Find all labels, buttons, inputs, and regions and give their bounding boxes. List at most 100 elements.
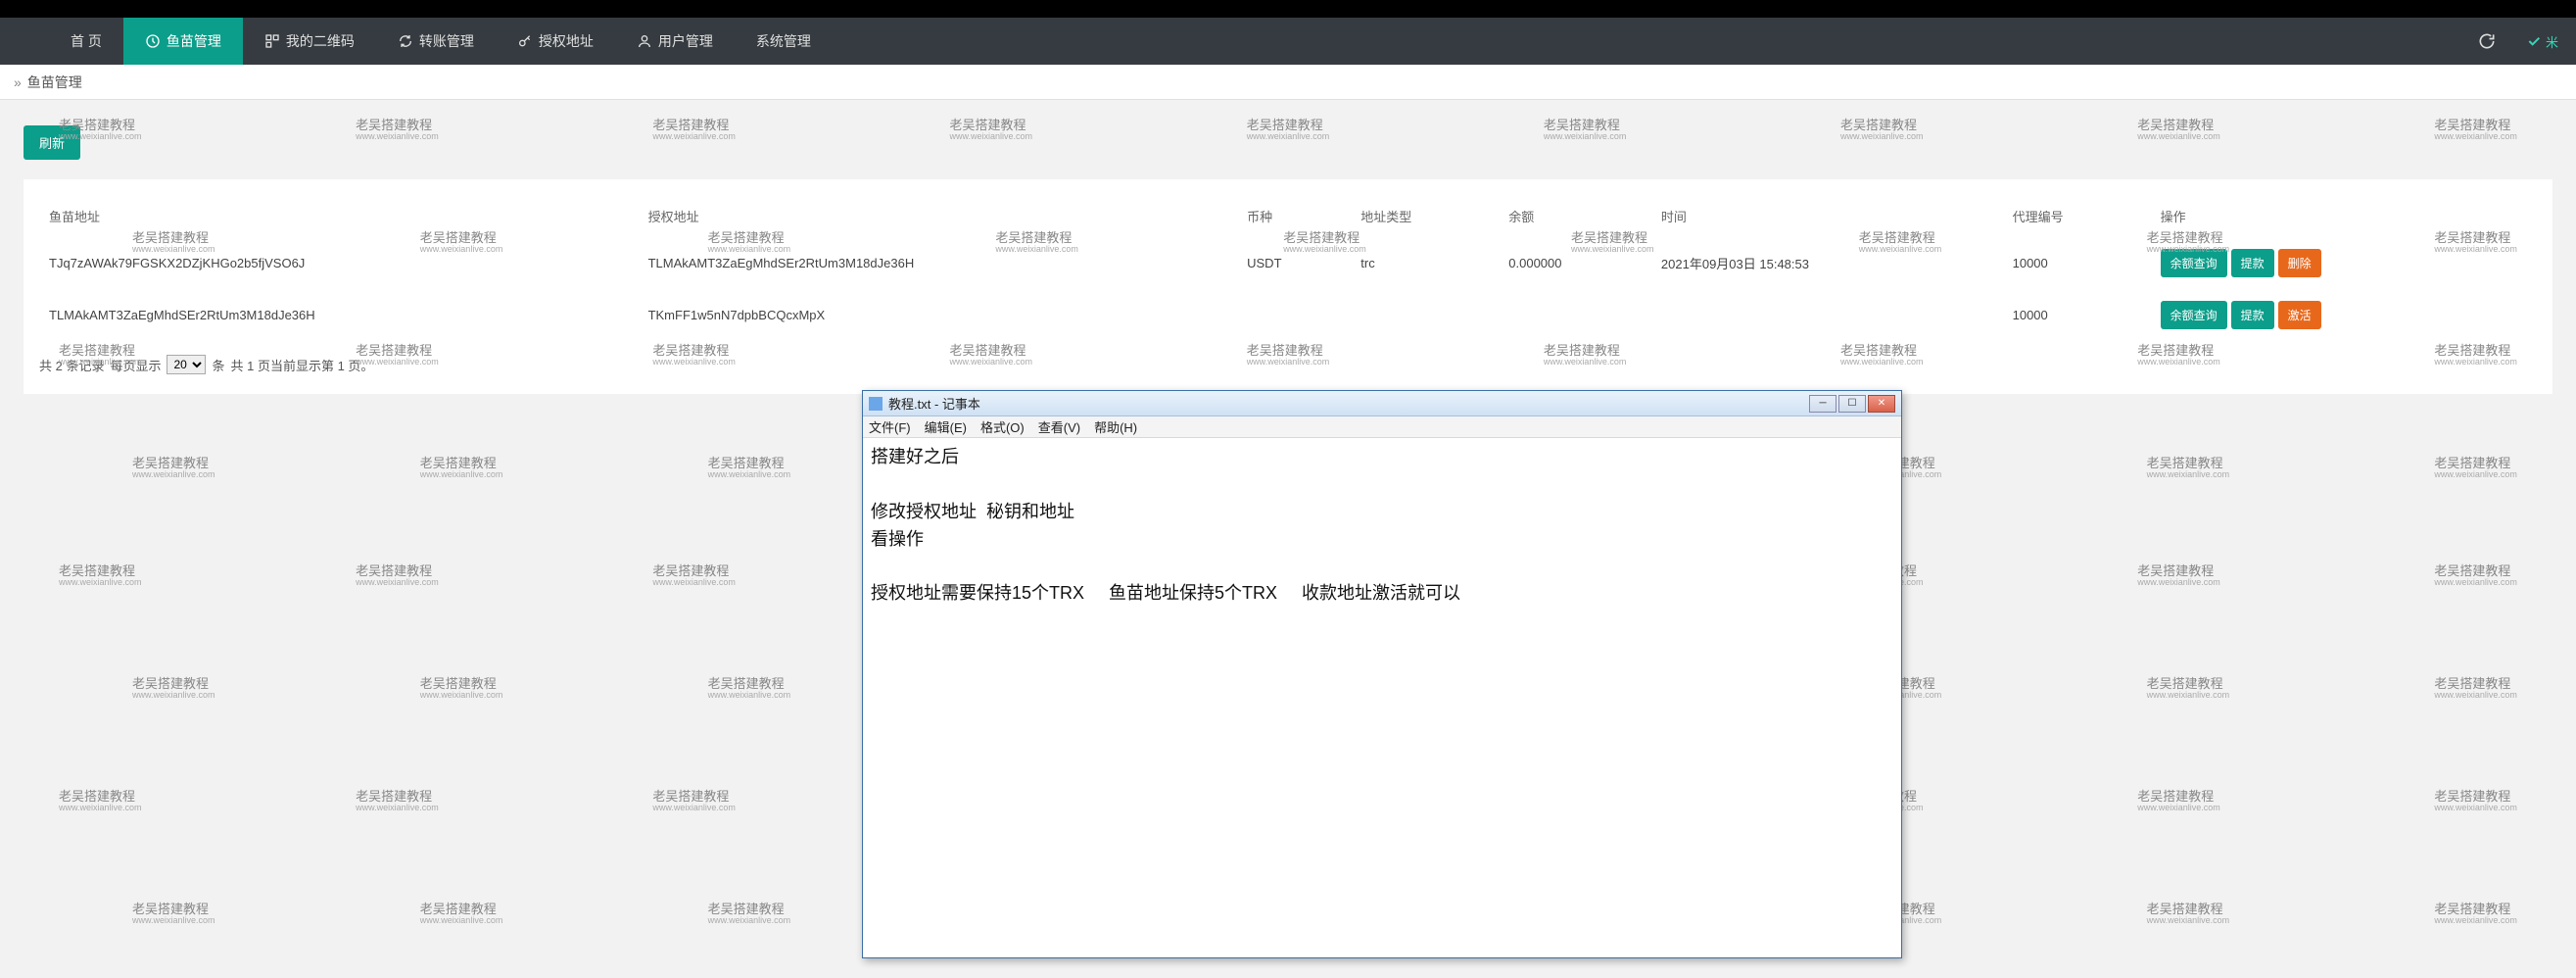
watermark: 老吴搭建教程www.weixianlive.com — [2434, 457, 2517, 480]
nav-fish-label: 鱼苗管理 — [167, 31, 221, 51]
cell-agent_id: 10000 — [2003, 237, 2151, 289]
notepad-icon — [869, 397, 883, 411]
user-icon — [637, 33, 652, 49]
close-button[interactable]: ✕ — [1868, 395, 1895, 413]
nav-auth[interactable]: 授权地址 — [496, 18, 615, 65]
qr-icon — [264, 33, 280, 49]
nav-home[interactable]: 首 页 — [49, 18, 123, 65]
watermark: 老吴搭建教程www.weixianlive.com — [2434, 677, 2517, 701]
watermark: 老吴搭建教程www.weixianlive.com — [59, 790, 142, 813]
activate-button[interactable]: 激活 — [2278, 301, 2321, 329]
minimize-button[interactable]: ─ — [1809, 395, 1837, 413]
cell-addr_type: trc — [1351, 237, 1499, 289]
withdraw-button[interactable]: 提款 — [2231, 301, 2274, 329]
watermark: 老吴搭建教程www.weixianlive.com — [356, 564, 439, 588]
cell-balance: 0.000000 — [1499, 237, 1651, 289]
nav-transfer-label: 转账管理 — [419, 31, 474, 51]
pager-perpage-post: 条 — [212, 356, 224, 374]
th-time: 时间 — [1651, 195, 2003, 237]
refresh-icon — [398, 33, 413, 49]
pager-perpage-pre: 每页显示 — [110, 356, 161, 374]
watermark: 老吴搭建教程www.weixianlive.com — [708, 457, 791, 480]
watermark: 老吴搭建教程www.weixianlive.com — [132, 903, 215, 926]
notepad-title-text: 教程.txt - 记事本 — [888, 394, 980, 413]
nav-system-label: 系统管理 — [756, 31, 811, 51]
th-addr-type: 地址类型 — [1351, 195, 1499, 237]
nav-fish[interactable]: 鱼苗管理 — [123, 18, 243, 65]
cell-time: 2021年09月03日 15:48:53 — [1651, 237, 2003, 289]
menu-help[interactable]: 帮助(H) — [1094, 417, 1137, 436]
check-icon — [2526, 33, 2542, 49]
cell-addr_type — [1351, 289, 1499, 341]
th-fry-addr: 鱼苗地址 — [39, 195, 639, 237]
watermark: 老吴搭建教程www.weixianlive.com — [2147, 457, 2230, 480]
watermark: 老吴搭建教程www.weixianlive.com — [420, 457, 503, 480]
nav-user[interactable]: 用户管理 — [615, 18, 735, 65]
watermark: 老吴搭建教程www.weixianlive.com — [2137, 564, 2220, 588]
watermark: 老吴搭建教程www.weixianlive.com — [2434, 903, 2517, 926]
watermark: 老吴搭建教程www.weixianlive.com — [652, 564, 736, 588]
menu-format[interactable]: 格式(O) — [980, 417, 1025, 436]
cell-auth_addr: TKmFF1w5nN7dpbBCQcxMpX — [639, 289, 1238, 341]
nav-user-label: 用户管理 — [658, 31, 713, 51]
delete-button[interactable]: 删除 — [2278, 249, 2321, 277]
cell-actions: 余额查询提款删除 — [2151, 237, 2537, 289]
menu-view[interactable]: 查看(V) — [1038, 417, 1080, 436]
refresh-button[interactable]: 刷新 — [24, 125, 80, 160]
cell-agent_id: 10000 — [2003, 289, 2151, 341]
withdraw-button[interactable]: 提款 — [2231, 249, 2274, 277]
angle-icon: » — [14, 74, 22, 90]
nav-right-user[interactable]: 米 — [2546, 32, 2558, 51]
watermark: 老吴搭建教程www.weixianlive.com — [708, 903, 791, 926]
th-agent-id: 代理编号 — [2003, 195, 2151, 237]
reload-icon[interactable] — [2477, 31, 2497, 51]
balance-query-button[interactable]: 余额查询 — [2161, 301, 2227, 329]
watermark: 老吴搭建教程www.weixianlive.com — [132, 677, 215, 701]
notepad-window[interactable]: 教程.txt - 记事本 ─ ☐ ✕ 文件(F) 编辑(E) 格式(O) 查看(… — [862, 390, 1902, 958]
nav-qr[interactable]: 我的二维码 — [243, 18, 376, 65]
nav-system[interactable]: 系统管理 — [735, 18, 833, 65]
cell-coin: USDT — [1237, 237, 1351, 289]
th-actions: 操作 — [2151, 195, 2537, 237]
breadcrumb-text: 鱼苗管理 — [27, 73, 82, 92]
watermark: 老吴搭建教程www.weixianlive.com — [132, 457, 215, 480]
watermark: 老吴搭建教程www.weixianlive.com — [420, 677, 503, 701]
breadcrumb: » 鱼苗管理 — [0, 65, 2576, 100]
top-nav: 首 页 鱼苗管理 我的二维码 转账管理 授权地址 用户管理 系统管理 米 — [0, 18, 2576, 65]
watermark: 老吴搭建教程www.weixianlive.com — [708, 677, 791, 701]
maximize-button[interactable]: ☐ — [1838, 395, 1866, 413]
nav-home-label: 首 页 — [71, 31, 102, 51]
clock-icon — [145, 33, 161, 49]
th-auth-addr: 授权地址 — [639, 195, 1238, 237]
nav-auth-label: 授权地址 — [539, 31, 594, 51]
watermark: 老吴搭建教程www.weixianlive.com — [2137, 790, 2220, 813]
watermark: 老吴搭建教程www.weixianlive.com — [652, 790, 736, 813]
watermark: 老吴搭建教程www.weixianlive.com — [2434, 790, 2517, 813]
cell-fry_addr: TJq7zAWAk79FGSKX2DZjKHGo2b5fjVSO6J — [39, 237, 639, 289]
data-table-wrap: 鱼苗地址 授权地址 币种 地址类型 余额 时间 代理编号 操作 TJq7zAWA… — [24, 179, 2552, 394]
cell-fry_addr: TLMAkAMT3ZaEgMhdSEr2RtUm3M18dJe36H — [39, 289, 639, 341]
cell-actions: 余额查询提款激活 — [2151, 289, 2537, 341]
cell-time — [1651, 289, 2003, 341]
nav-transfer[interactable]: 转账管理 — [376, 18, 496, 65]
balance-query-button[interactable]: 余额查询 — [2161, 249, 2227, 277]
nav-qr-label: 我的二维码 — [286, 31, 355, 51]
watermark: 老吴搭建教程www.weixianlive.com — [420, 903, 503, 926]
data-table: 鱼苗地址 授权地址 币种 地址类型 余额 时间 代理编号 操作 TJq7zAWA… — [39, 195, 2537, 341]
key-icon — [517, 33, 533, 49]
cell-balance — [1499, 289, 1651, 341]
cell-coin — [1237, 289, 1351, 341]
notepad-titlebar[interactable]: 教程.txt - 记事本 ─ ☐ ✕ — [863, 391, 1901, 416]
watermark: 老吴搭建教程www.weixianlive.com — [2147, 677, 2230, 701]
watermark: 老吴搭建教程www.weixianlive.com — [356, 790, 439, 813]
pager: 共 2 条记录 每页显示 20 条 共 1 页当前显示第 1 页。 — [39, 341, 2537, 378]
menu-file[interactable]: 文件(F) — [869, 417, 911, 436]
watermark: 老吴搭建教程www.weixianlive.com — [2434, 564, 2517, 588]
pager-suffix: 共 1 页当前显示第 1 页。 — [231, 356, 374, 374]
notepad-menu: 文件(F) 编辑(E) 格式(O) 查看(V) 帮助(H) — [863, 416, 1901, 438]
table-row: TJq7zAWAk79FGSKX2DZjKHGo2b5fjVSO6JTLMAkA… — [39, 237, 2537, 289]
th-balance: 余额 — [1499, 195, 1651, 237]
menu-edit[interactable]: 编辑(E) — [925, 417, 967, 436]
pager-perpage-select[interactable]: 20 — [167, 355, 206, 374]
notepad-body[interactable]: 搭建好之后 修改授权地址 秘钥和地址 看操作 授权地址需要保持15个TRX 鱼苗… — [863, 438, 1901, 957]
